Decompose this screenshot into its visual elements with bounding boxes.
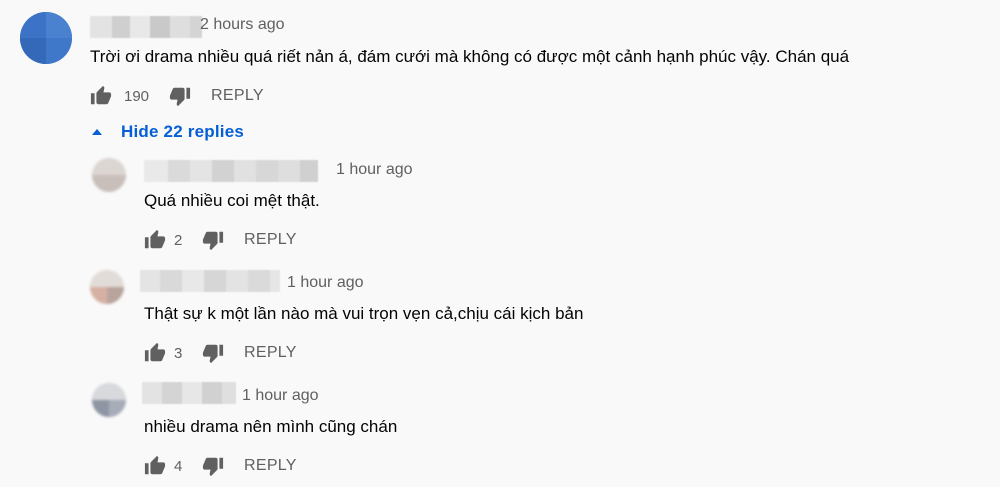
thumbs-up-icon xyxy=(144,455,166,477)
avatar[interactable] xyxy=(92,158,126,192)
reply-button[interactable]: REPLY xyxy=(211,87,264,105)
like-count: 4 xyxy=(174,457,183,475)
comment-text: Trời ơi drama nhiều quá riết nản á, đám … xyxy=(90,47,850,66)
reply-text: Thật sự k một lần nào mà vui trọn vẹn cả… xyxy=(144,304,584,323)
like-button[interactable] xyxy=(144,229,166,251)
like-count: 3 xyxy=(174,344,183,362)
reply-timestamp[interactable]: 1 hour ago xyxy=(336,161,413,179)
thumbs-down-icon xyxy=(202,455,224,477)
thumbs-down-icon xyxy=(202,342,224,364)
like-button[interactable] xyxy=(144,342,166,364)
author-name[interactable] xyxy=(144,160,318,182)
author-name[interactable] xyxy=(142,382,236,404)
avatar[interactable] xyxy=(92,383,126,417)
reply-button[interactable]: REPLY xyxy=(244,231,297,249)
thumbs-down-icon xyxy=(169,85,191,107)
dislike-button[interactable] xyxy=(202,455,224,477)
comment-actions: 190 REPLY xyxy=(90,84,264,108)
thumbs-up-icon xyxy=(144,342,166,364)
avatar[interactable] xyxy=(90,270,124,304)
like-count: 2 xyxy=(174,231,183,249)
caret-up-icon xyxy=(92,129,102,135)
hide-replies-label: Hide 22 replies xyxy=(121,122,245,141)
comment-timestamp[interactable]: 2 hours ago xyxy=(200,16,285,34)
reply-timestamp[interactable]: 1 hour ago xyxy=(287,274,364,292)
dislike-button[interactable] xyxy=(202,342,224,364)
thumbs-down-icon xyxy=(202,229,224,251)
avatar[interactable] xyxy=(20,12,72,64)
reply-text: Quá nhiều coi mệt thật. xyxy=(144,191,320,210)
dislike-button[interactable] xyxy=(169,85,191,107)
like-button[interactable] xyxy=(144,455,166,477)
like-count: 190 xyxy=(124,87,150,105)
thumbs-up-icon xyxy=(144,229,166,251)
reply-actions: 4 REPLY xyxy=(144,454,297,478)
dislike-button[interactable] xyxy=(202,229,224,251)
reply-actions: 2 REPLY xyxy=(144,228,297,252)
author-name[interactable] xyxy=(140,270,280,292)
reply-timestamp[interactable]: 1 hour ago xyxy=(242,387,319,405)
reply-button[interactable]: REPLY xyxy=(244,344,297,362)
reply-actions: 3 REPLY xyxy=(144,341,297,365)
author-name[interactable] xyxy=(90,16,202,38)
thumbs-up-icon xyxy=(90,85,112,107)
reply-button[interactable]: REPLY xyxy=(244,457,297,475)
like-button[interactable] xyxy=(90,85,112,107)
reply-text: nhiều drama nên mình cũng chán xyxy=(144,417,398,436)
hide-replies-button[interactable]: Hide 22 replies xyxy=(90,122,244,142)
